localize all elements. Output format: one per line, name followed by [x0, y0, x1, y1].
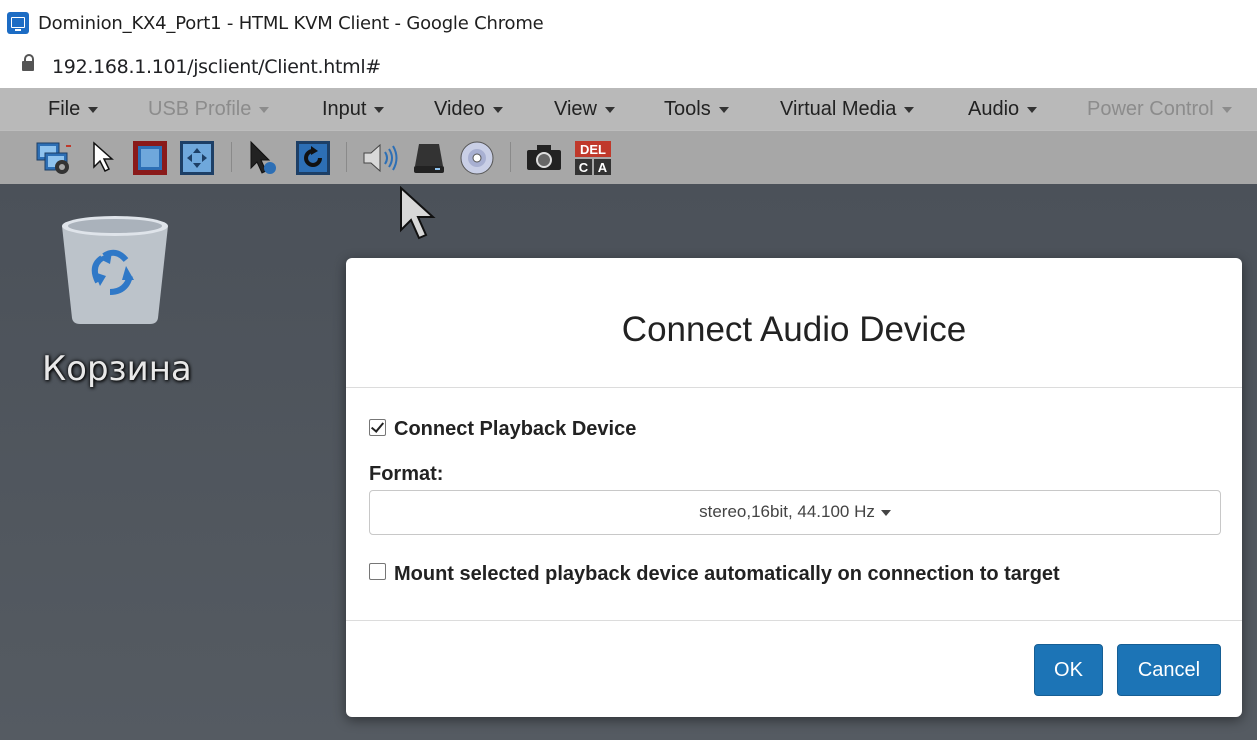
connect-playback-checkbox[interactable] [369, 419, 386, 436]
menu-tools[interactable]: Tools [664, 98, 729, 121]
cancel-button[interactable]: Cancel [1117, 644, 1221, 696]
drive-icon[interactable] [411, 140, 445, 174]
menu-input-label: Input [322, 98, 367, 120]
refresh-icon[interactable] [295, 140, 330, 175]
kvm-app-icon [7, 12, 29, 34]
audio-icon[interactable] [362, 140, 398, 174]
alt-key-text: A [598, 160, 608, 175]
menu-audio[interactable]: Audio [968, 98, 1038, 121]
menu-video-label: Video [434, 98, 485, 120]
mouse-cursor-icon [398, 185, 440, 242]
chevron-down-icon [1027, 106, 1038, 113]
ctrl-alt-del-top-text: DEL [580, 142, 606, 157]
menu-file-label: File [48, 98, 81, 120]
dialog-title: Connect Audio Device [621, 310, 967, 349]
format-select[interactable]: stereo,16bit, 44.100 Hz [369, 490, 1221, 535]
auto-mount-checkbox[interactable] [369, 563, 386, 580]
menu-view-label: View [554, 98, 597, 120]
lock-icon[interactable] [22, 54, 34, 71]
menu-video[interactable]: Video [434, 98, 503, 121]
dialog-divider [346, 620, 1242, 621]
synchronize-mouse-icon[interactable] [246, 140, 280, 174]
toolbar-separator [231, 142, 232, 172]
chevron-down-icon [1221, 106, 1232, 113]
menu-power-control-label: Power Control [1087, 98, 1214, 120]
menu-input[interactable]: Input [322, 98, 385, 121]
chevron-down-icon [259, 106, 270, 113]
ctrl-key-text: C [579, 160, 589, 175]
toolbar-separator [510, 142, 511, 172]
url-text[interactable]: 192.168.1.101/jsclient/Client.html# [52, 56, 381, 78]
ctrl-alt-del-icon[interactable]: DEL C A [574, 140, 611, 175]
single-mouse-cursor-icon[interactable] [88, 140, 122, 174]
cd-dvd-icon[interactable] [459, 140, 494, 175]
toolbar-separator [346, 142, 347, 172]
chevron-down-icon [374, 106, 385, 113]
menu-power-control[interactable]: Power Control [1087, 98, 1232, 121]
connect-audio-dialog: Connect Audio Device Connect Playback De… [346, 258, 1242, 717]
connect-playback-label[interactable]: Connect Playback Device [394, 418, 636, 441]
chevron-down-icon [904, 106, 915, 113]
connection-properties-icon[interactable] [36, 140, 71, 174]
ok-button[interactable]: OK [1034, 644, 1103, 696]
menu-tools-label: Tools [664, 98, 711, 120]
auto-mount-label[interactable]: Mount selected playback device automatic… [394, 563, 1060, 586]
chevron-down-icon [718, 106, 729, 113]
menu-virtual-media[interactable]: Virtual Media [780, 98, 915, 121]
recycle-bin-label: Корзина [42, 349, 192, 389]
dialog-divider [346, 387, 1242, 388]
recycle-bin-icon[interactable] [60, 206, 170, 326]
screenshot-icon[interactable] [526, 140, 561, 174]
menu-usb-profile-label: USB Profile [148, 98, 252, 120]
chevron-down-icon [880, 509, 891, 516]
chevron-down-icon [605, 106, 615, 113]
menu-file[interactable]: File [48, 98, 99, 121]
chevron-down-icon [492, 106, 503, 113]
menu-usb-profile[interactable]: USB Profile [148, 98, 270, 121]
fit-window-icon[interactable] [179, 140, 214, 175]
menu-view[interactable]: View [554, 98, 615, 121]
format-value-text: stereo,16bit, 44.100 Hz [699, 502, 875, 521]
window-title: Dominion_KX4_Port1 - HTML KVM Client - G… [38, 13, 544, 34]
menu-virtual-media-label: Virtual Media [780, 98, 897, 120]
format-label: Format: [369, 463, 444, 485]
format-select-value: stereo,16bit, 44.100 Hz [370, 502, 1220, 522]
chevron-down-icon [88, 106, 99, 113]
menu-audio-label: Audio [968, 98, 1020, 120]
fullscreen-icon[interactable] [132, 140, 167, 175]
